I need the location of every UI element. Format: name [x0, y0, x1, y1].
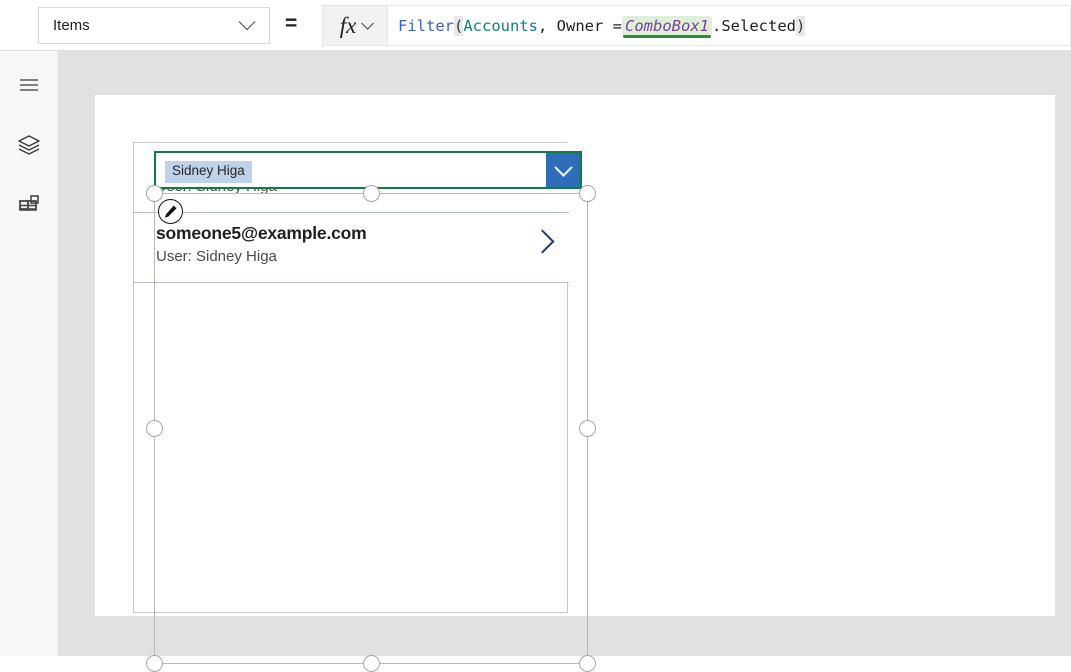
- formula-token-control: ComboBox1: [625, 17, 709, 35]
- handle-bottom-right[interactable]: [579, 655, 596, 672]
- formula-token-close-paren: ): [796, 16, 805, 36]
- handle-bottom-left[interactable]: [146, 655, 163, 672]
- chevron-down-icon: [554, 158, 572, 176]
- layers-icon: [16, 132, 42, 158]
- formula-input[interactable]: Filter( Accounts, Owner = ComboBox1.Sele…: [390, 5, 1071, 46]
- chevron-right-icon[interactable]: [530, 229, 554, 253]
- sidebar-item-insert[interactable]: [0, 181, 58, 229]
- property-selector-dropdown[interactable]: Items: [38, 7, 270, 44]
- chevron-down-icon: [239, 13, 256, 30]
- combobox-selected-chip: Sidney Higa: [165, 161, 252, 183]
- handle-middle-left[interactable]: [146, 420, 163, 437]
- canvas-workspace: someone1@example.com User: Sidney Higa s…: [58, 51, 1071, 656]
- gallery-item-title: someone5@example.com: [156, 223, 367, 244]
- fx-button[interactable]: fx: [322, 5, 388, 46]
- formula-token-function: Filter: [398, 17, 454, 35]
- pencil-edit-icon: [163, 204, 178, 219]
- handle-bottom-center[interactable]: [363, 655, 380, 672]
- formula-token-property: .Selected: [712, 17, 796, 35]
- gallery-item-subtitle: User: Sidney Higa: [156, 248, 277, 265]
- handle-middle-right[interactable]: [579, 420, 596, 437]
- formula-bar: Items = fx Filter( Accounts, Owner = Com…: [0, 0, 1071, 51]
- formula-token-datasource: Accounts: [463, 17, 538, 35]
- property-selector-value: Items: [53, 18, 241, 33]
- handle-top-center[interactable]: [363, 185, 380, 202]
- gallery-item[interactable]: someone5@example.com User: Sidney Higa: [134, 213, 569, 283]
- sidebar-item-tree-view[interactable]: [0, 121, 58, 169]
- handle-top-right[interactable]: [579, 185, 596, 202]
- chevron-down-icon: [362, 17, 375, 30]
- gallery-control[interactable]: someone1@example.com User: Sidney Higa s…: [133, 142, 568, 613]
- equals-sign: =: [285, 12, 297, 36]
- components-icon: [17, 193, 41, 217]
- fx-glyph: fx: [340, 14, 357, 37]
- formula-token-operator: , Owner =: [538, 17, 622, 35]
- combobox-control[interactable]: Sidney Higa: [154, 151, 582, 189]
- menu-icon: [17, 73, 41, 97]
- left-rail: [0, 51, 58, 656]
- formula-token-control-pill: ComboBox1: [622, 16, 712, 36]
- edit-pencil-badge[interactable]: [158, 199, 183, 224]
- sidebar-item-menu[interactable]: [0, 61, 58, 109]
- handle-top-left[interactable]: [146, 185, 163, 202]
- combobox-dropdown-button[interactable]: [546, 153, 580, 187]
- formula-token-open-paren: (: [454, 16, 463, 36]
